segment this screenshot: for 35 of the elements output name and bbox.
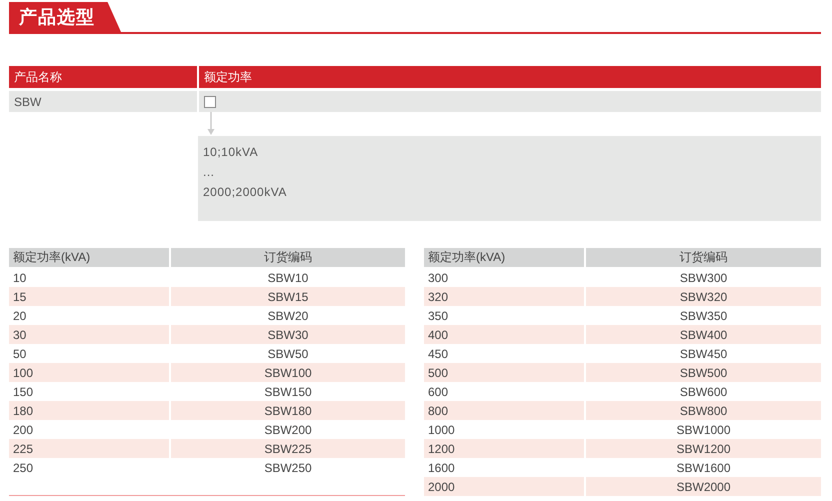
option-text: 10;10kVA [203, 145, 260, 160]
table-cell: SBW15 [171, 287, 405, 306]
section-title: 产品选型 [9, 2, 121, 32]
table-cell: SBW800 [586, 401, 821, 420]
table-cell: SBW30 [171, 325, 405, 344]
column-header: 额定功率(kVA) [9, 248, 169, 267]
table-cell: SBW400 [586, 325, 821, 344]
table-cell: 2000 [424, 477, 584, 496]
table-cell: 500 [424, 363, 584, 382]
table-cell: 800 [424, 401, 584, 420]
table-cell: 225 [9, 439, 169, 458]
column-header: 额定功率 [199, 66, 821, 88]
column-header: 额定功率(kVA) [424, 248, 584, 267]
table-cell: SBW225 [171, 439, 405, 458]
table-cell: 400 [424, 325, 584, 344]
column-header: 产品名称 [9, 66, 197, 88]
column-header: 订货编码 [586, 248, 821, 267]
table-cell: 180 [9, 401, 169, 420]
arrow-icon [207, 112, 215, 136]
table-cell: SBW2000 [586, 477, 821, 496]
table-cell: SBW500 [586, 363, 821, 382]
table-cell: 320 [424, 287, 584, 306]
column-header: 订货编码 [171, 248, 405, 267]
table-cell: 15 [9, 287, 169, 306]
checkbox[interactable] [204, 96, 216, 108]
table-cell: SBW180 [171, 401, 405, 420]
table-cell: SBW1200 [586, 439, 821, 458]
product-name: SBW [9, 91, 197, 112]
table-cell: 100 [9, 363, 169, 382]
table-cell: SBW320 [586, 287, 821, 306]
table-cell: 1200 [424, 439, 584, 458]
option-text: ... [203, 165, 216, 180]
option-text: 2000;2000kVA [203, 185, 288, 200]
table-cell: 30 [9, 325, 169, 344]
table-cell: SBW100 [171, 363, 405, 382]
